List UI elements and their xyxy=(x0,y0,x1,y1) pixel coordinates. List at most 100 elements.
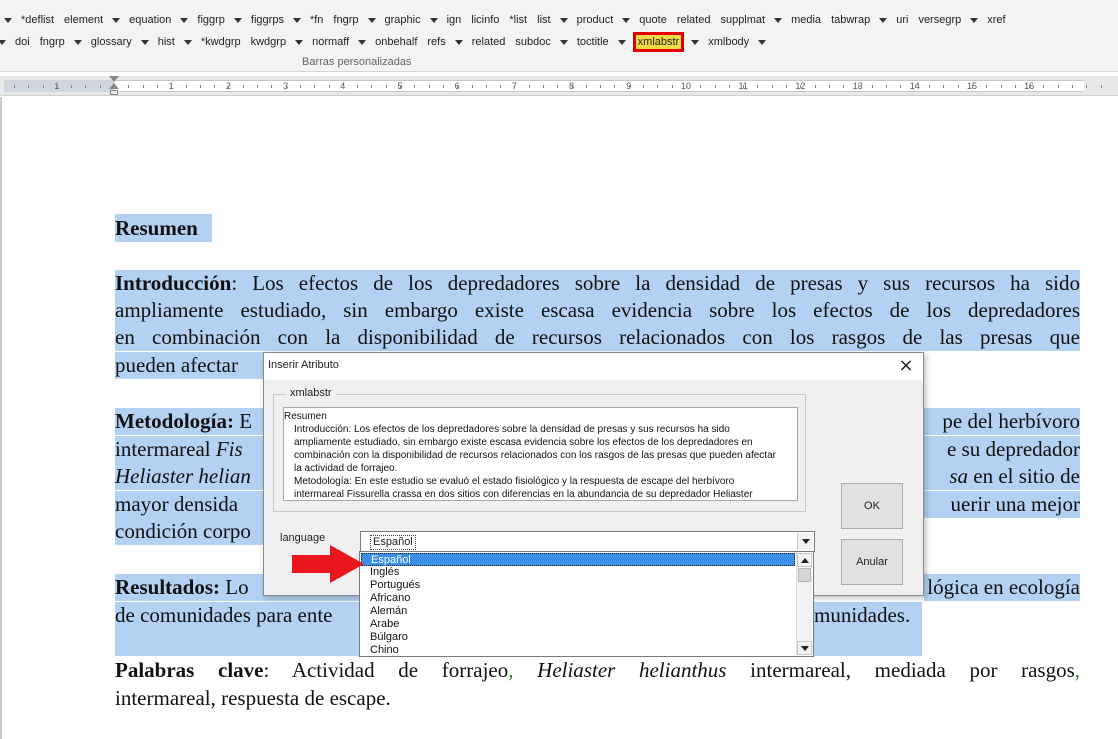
ribbon-button-fngrp[interactable]: fngrp xyxy=(328,10,363,30)
abstract-textarea[interactable]: Resumen Introducción: Los efectos de los … xyxy=(283,407,798,501)
caret-down-icon[interactable] xyxy=(183,39,192,45)
ribbon-button-uri[interactable]: uri xyxy=(891,10,913,30)
ribbon-button-onbehalf[interactable]: onbehalf xyxy=(370,32,422,52)
ribbon-button-list[interactable]: list xyxy=(532,10,555,30)
caret-down-icon[interactable] xyxy=(112,17,121,23)
metod-line-1-end: pe del herbívoro xyxy=(924,408,1080,435)
ruler-tick xyxy=(14,85,15,88)
language-option[interactable]: Alemán xyxy=(361,605,795,618)
language-option[interactable]: Chino xyxy=(361,644,795,656)
ruler-tick xyxy=(186,85,187,88)
ribbon-button-figgrp[interactable]: figgrp xyxy=(192,10,230,30)
ruler-tick xyxy=(772,85,773,88)
caret-down-icon[interactable] xyxy=(4,17,12,23)
ribbon-button-related[interactable]: related xyxy=(672,10,716,30)
ribbon-button-product[interactable]: product xyxy=(572,10,619,30)
scroll-up-icon[interactable] xyxy=(797,553,812,567)
caret-down-icon[interactable] xyxy=(758,39,767,45)
ribbon-button-label: onbehalf xyxy=(375,36,418,48)
caret-down-icon[interactable] xyxy=(180,17,189,23)
ruler-tick xyxy=(557,85,558,88)
ribbon-button-ign[interactable]: ign xyxy=(442,10,467,30)
ribbon-button-normaff[interactable]: normaff xyxy=(307,32,354,52)
ribbon-button-kwdgrp[interactable]: *kwdgrp xyxy=(196,32,246,52)
ribbon-button-tabwrap[interactable]: tabwrap xyxy=(826,10,875,30)
horizontal-ruler[interactable]: 112345678910111213141516 xyxy=(0,76,1118,96)
language-option[interactable]: Búlgaro xyxy=(361,631,795,644)
ribbon-button-element[interactable]: element xyxy=(59,10,108,30)
caret-down-icon[interactable] xyxy=(0,39,6,45)
language-option[interactable]: Arabe xyxy=(361,618,795,631)
caret-down-icon[interactable] xyxy=(879,17,888,23)
ribbon-button-fn[interactable]: *fn xyxy=(305,10,328,30)
cancel-button[interactable]: Anular xyxy=(841,539,903,585)
ribbon-button-xmlbody[interactable]: xmlbody xyxy=(703,32,754,52)
ruler-tick xyxy=(57,85,58,88)
ribbon-button-xref[interactable]: xref xyxy=(982,10,1010,30)
intro-line-1: Introducción: Los efectos de los depreda… xyxy=(115,270,1080,297)
ribbon-button-label: equation xyxy=(129,14,172,26)
ruler-tick xyxy=(1001,85,1002,88)
caret-down-icon[interactable] xyxy=(233,17,242,23)
metod-line-4-end: uerir una mejor xyxy=(924,491,1080,518)
ruler-tick xyxy=(657,85,658,88)
caret-down-icon[interactable] xyxy=(622,17,631,23)
ribbon-button-related[interactable]: related xyxy=(467,32,511,52)
dropdown-scrollbar[interactable] xyxy=(796,553,812,655)
ribbon-button-refs[interactable]: refs xyxy=(422,32,450,52)
caret-down-icon[interactable] xyxy=(292,17,301,23)
red-arrow-icon xyxy=(292,545,364,583)
ribbon-button-licinfo[interactable]: licinfo xyxy=(466,10,504,30)
ribbon-button-versegrp[interactable]: versegrp xyxy=(913,10,966,30)
ribbon-button-hist[interactable]: hist xyxy=(153,32,180,52)
ribbon-button-xmlabstr[interactable]: xmlabstr xyxy=(630,32,688,52)
scrollbar-thumb[interactable] xyxy=(798,568,811,582)
ribbon-button-label: glossary xyxy=(90,36,132,48)
ribbon-button-quote[interactable]: quote xyxy=(634,10,672,30)
caret-down-icon[interactable] xyxy=(617,39,626,45)
caret-down-icon[interactable] xyxy=(454,39,463,45)
ribbon-button-figgrps[interactable]: figgrps xyxy=(246,10,289,30)
language-option[interactable]: Inglés xyxy=(361,566,795,579)
chevron-down-icon[interactable] xyxy=(797,533,813,550)
ribbon-button-graphic[interactable]: graphic xyxy=(380,10,426,30)
ribbon-button-equation[interactable]: equation xyxy=(124,10,176,30)
caret-down-icon[interactable] xyxy=(140,39,149,45)
ribbon-button-label: subdoc xyxy=(515,36,551,48)
ribbon-button-media[interactable]: media xyxy=(786,10,826,30)
ribbon-button-subdoc[interactable]: subdoc xyxy=(510,32,555,52)
caret-down-icon[interactable] xyxy=(358,39,367,45)
scroll-down-icon[interactable] xyxy=(797,641,812,655)
ribbon-button-doi[interactable]: doi xyxy=(10,32,35,52)
language-select[interactable]: Español xyxy=(360,531,815,552)
language-option[interactable]: Español xyxy=(361,553,795,566)
caret-down-icon[interactable] xyxy=(559,17,568,23)
caret-down-icon[interactable] xyxy=(970,17,979,23)
ruler-track xyxy=(114,80,1084,92)
ribbon-button-deflist[interactable]: *deflist xyxy=(16,10,59,30)
ribbon-button-supplmat[interactable]: supplmat xyxy=(715,10,770,30)
intro-line-4: pueden afectar xyxy=(115,352,265,379)
ribbon-button-list[interactable]: *list xyxy=(504,10,532,30)
caret-down-icon[interactable] xyxy=(73,39,82,45)
language-option[interactable]: Portugués xyxy=(361,579,795,592)
ribbon-button-label: xmlbody xyxy=(708,36,750,48)
caret-down-icon[interactable] xyxy=(429,17,438,23)
caret-down-icon[interactable] xyxy=(295,39,304,45)
caret-down-icon[interactable] xyxy=(774,17,783,23)
language-option[interactable]: Africano xyxy=(361,592,795,605)
caret-down-icon[interactable] xyxy=(367,17,376,23)
caret-down-icon[interactable] xyxy=(691,39,700,45)
ribbon-button-toctitle[interactable]: toctitle xyxy=(572,32,614,52)
language-dropdown-list[interactable]: Español Inglés Portugués Africano Alemán Arab… xyxy=(359,551,814,657)
ribbon-button-glossary[interactable]: glossary xyxy=(86,32,137,52)
ruler-tick xyxy=(757,85,758,88)
ruler-tick xyxy=(386,85,387,88)
ok-button[interactable]: OK xyxy=(841,483,903,529)
ribbon: *deflist element equation figgrp figgrps *fn f… xyxy=(0,0,1118,72)
caret-down-icon[interactable] xyxy=(559,39,568,45)
ribbon-button-fngrp[interactable]: fngrp xyxy=(35,32,70,52)
dialog-titlebar[interactable]: Inserir Atributo × xyxy=(264,353,923,380)
close-icon[interactable]: × xyxy=(895,355,917,377)
ribbon-button-kwdgrp[interactable]: kwdgrp xyxy=(246,32,291,52)
